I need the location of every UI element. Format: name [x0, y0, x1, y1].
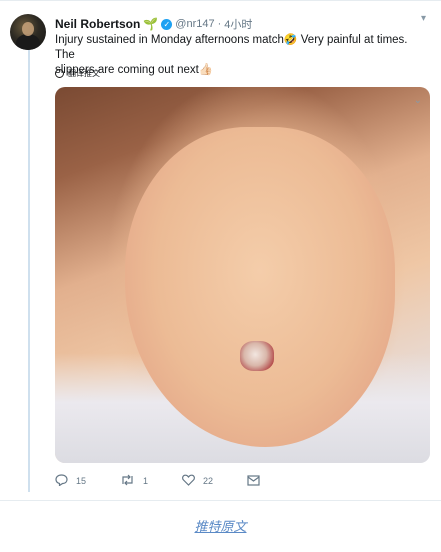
globe-icon [55, 68, 64, 78]
like-count: 22 [203, 476, 214, 486]
reply-icon [55, 474, 68, 488]
author-name[interactable]: Neil Robertson [55, 17, 140, 31]
tweet-card: Neil Robertson 🌱 ✓ @nr147 · 4小时 ▾ Injury… [0, 0, 441, 500]
photo-wound [240, 341, 274, 371]
translate-label: 翻译推文 [68, 68, 100, 78]
author-handle[interactable]: @nr147 [175, 18, 214, 30]
separator: · [217, 18, 222, 30]
bottom-divider [0, 500, 441, 501]
tweet-photo[interactable]: ⌄ [55, 87, 430, 463]
like-button[interactable]: 22 [182, 474, 213, 488]
heart-icon [182, 474, 195, 488]
chevron-down-icon[interactable]: ▾ [421, 14, 431, 24]
sprout-emoji-icon: 🌱 [143, 17, 159, 31]
source-link[interactable]: 推特原文 [0, 516, 441, 535]
reply-button[interactable]: 15 [55, 474, 86, 488]
tweet-time[interactable]: 4小时 [224, 16, 252, 32]
tweet-text-line1: Injury sustained in Monday afternoons ma… [55, 34, 284, 46]
retweet-icon [120, 474, 135, 488]
tweet-header: Neil Robertson 🌱 ✓ @nr147 · 4小时 [55, 15, 252, 33]
retweet-count: 1 [143, 476, 149, 486]
verified-badge-icon: ✓ [161, 18, 173, 30]
retweet-button[interactable]: 1 [120, 474, 148, 488]
tweet-text: Injury sustained in Monday afternoons ma… [55, 33, 415, 78]
translate-tweet[interactable]: 翻译推文 [55, 68, 100, 78]
envelope-icon [247, 474, 260, 488]
message-button[interactable] [247, 474, 260, 488]
laugh-emoji-icon: 🤣 [283, 34, 298, 46]
reply-count: 15 [76, 476, 87, 486]
thumbs-emoji-icon: 👍🏻 [198, 64, 214, 76]
photo-menu-icon[interactable]: ⌄ [414, 95, 422, 106]
top-divider [0, 0, 441, 1]
tweet-actions: 15 1 22 [55, 474, 294, 488]
thread-line [28, 40, 30, 492]
avatar[interactable] [10, 14, 46, 50]
